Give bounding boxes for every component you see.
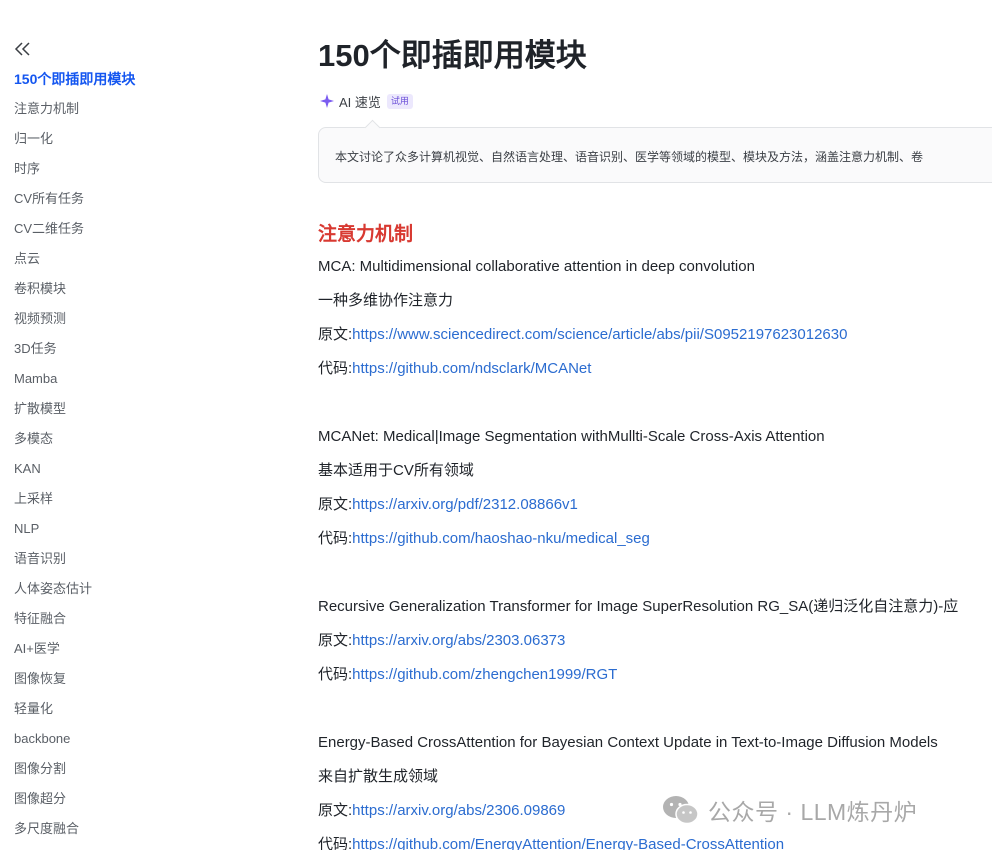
- paper-link[interactable]: https://arxiv.org/pdf/2312.08866v1: [352, 496, 578, 513]
- trial-badge: 试用: [386, 93, 413, 109]
- outline-item-point-cloud[interactable]: 点云: [0, 244, 135, 274]
- wechat-icon: [663, 796, 699, 825]
- outline-item-lightweight[interactable]: 轻量化: [0, 694, 135, 724]
- entry-paper-line: 原文:https://arxiv.org/abs/2303.06373: [318, 631, 565, 651]
- paper-link[interactable]: https://arxiv.org/abs/2306.09869: [352, 802, 565, 819]
- paper-link[interactable]: https://arxiv.org/abs/2303.06373: [352, 632, 565, 649]
- outline-item-diffusion[interactable]: 扩散模型: [0, 394, 135, 424]
- entry-paper-line: 原文:https://www.sciencedirect.com/science…: [318, 325, 847, 345]
- outline-item-restoration[interactable]: 图像恢复: [0, 664, 135, 694]
- entry-title: Energy-Based CrossAttention for Bayesian…: [318, 734, 938, 751]
- wechat-watermark: 公众号 · LLM炼丹炉: [662, 792, 917, 828]
- paper-prefix: 原文:: [318, 326, 353, 343]
- outline-item-speech[interactable]: 语音识别: [0, 544, 135, 574]
- outline-item-multiscale[interactable]: 多尺度融合: [0, 814, 135, 844]
- entry-title: Recursive Generalization Transformer for…: [318, 598, 959, 615]
- page-title: 150个即插即用模块: [318, 38, 587, 73]
- outline-item-attention[interactable]: 注意力机制: [0, 94, 135, 124]
- code-link[interactable]: https://github.com/haoshao-nku/medical_s…: [352, 530, 650, 547]
- paper-link[interactable]: https://www.sciencedirect.com/science/ar…: [352, 326, 847, 343]
- entry-code-line: 代码:https://github.com/haoshao-nku/medica…: [318, 529, 650, 549]
- summary-caret: [364, 119, 381, 136]
- code-prefix: 代码:: [318, 530, 353, 547]
- ai-summary-toggle[interactable]: AI 速览 试用: [320, 92, 413, 110]
- code-prefix: 代码:: [318, 360, 353, 377]
- section-heading-attention: 注意力机制: [318, 224, 414, 245]
- collapse-sidebar-button[interactable]: [12, 38, 34, 60]
- code-link[interactable]: https://github.com/zhengchen1999/RGT: [352, 666, 617, 683]
- outline-item-upsampling[interactable]: 上采样: [0, 484, 135, 514]
- outline-item-segmentation[interactable]: 图像分割: [0, 754, 135, 784]
- outline-item-cv-all[interactable]: CV所有任务: [0, 184, 135, 214]
- page: 150个即插即用模块 注意力机制 归一化 时序 CV所有任务 CV二维任务 点云…: [0, 0, 992, 850]
- outline-item-multimodal[interactable]: 多模态: [0, 424, 135, 454]
- outline-item-feature-fusion[interactable]: 特征融合: [0, 604, 135, 634]
- entry-code-line: 代码:https://github.com/EnergyAttention/En…: [318, 835, 784, 850]
- paper-prefix: 原文:: [318, 802, 353, 819]
- outline-item-video-prediction[interactable]: 视频预测: [0, 304, 135, 334]
- outline-item-super-resolution[interactable]: 图像超分: [0, 784, 135, 814]
- outline-item-pose[interactable]: 人体姿态估计: [0, 574, 135, 604]
- code-prefix: 代码:: [318, 666, 353, 683]
- code-prefix: 代码:: [318, 836, 353, 850]
- entry-desc: 一种多维协作注意力: [318, 292, 454, 309]
- document-body: 150个即插即用模块 AI 速览 试用 本文讨论了众多计算机视觉、自然语言处理、…: [318, 0, 992, 850]
- outline-item-timeseries[interactable]: 时序: [0, 154, 135, 184]
- outline-item-backbone[interactable]: backbone: [0, 724, 135, 754]
- watermark-text: 公众号 · LLM炼丹炉: [708, 799, 918, 825]
- outline-item-title[interactable]: 150个即插即用模块: [0, 64, 135, 94]
- outline-list: 150个即插即用模块 注意力机制 归一化 时序 CV所有任务 CV二维任务 点云…: [0, 64, 135, 844]
- entry-title: MCA: Multidimensional collaborative atte…: [318, 258, 755, 275]
- entry-paper-line: 原文:https://arxiv.org/pdf/2312.08866v1: [318, 495, 578, 515]
- ai-summary-label: AI 速览: [339, 94, 381, 110]
- ai-summary-text: 本文讨论了众多计算机视觉、自然语言处理、语音识别、医学等领域的模型、模块及方法，…: [335, 150, 924, 164]
- entry-desc: 来自扩散生成领域: [318, 768, 439, 785]
- paper-prefix: 原文:: [318, 632, 353, 649]
- ai-summary-box: 本文讨论了众多计算机视觉、自然语言处理、语音识别、医学等领域的模型、模块及方法，…: [318, 119, 992, 183]
- outline-item-kan[interactable]: KAN: [0, 454, 135, 484]
- code-link[interactable]: https://github.com/EnergyAttention/Energ…: [352, 836, 784, 850]
- entry-code-line: 代码:https://github.com/ndsclark/MCANet: [318, 359, 591, 379]
- outline-item-normalization[interactable]: 归一化: [0, 124, 135, 154]
- outline-item-nlp[interactable]: NLP: [0, 514, 135, 544]
- entry-code-line: 代码:https://github.com/zhengchen1999/RGT: [318, 665, 617, 685]
- outline-item-ai-medical[interactable]: AI+医学: [0, 634, 135, 664]
- paper-prefix: 原文:: [318, 496, 353, 513]
- outline-item-mamba[interactable]: Mamba: [0, 364, 135, 394]
- outline-item-conv[interactable]: 卷积模块: [0, 274, 135, 304]
- sparkle-icon: [320, 94, 334, 108]
- entry-title: MCANet: Medical|Image Segmentation withM…: [318, 428, 825, 445]
- entry-paper-line: 原文:https://arxiv.org/abs/2306.09869: [318, 801, 565, 821]
- entry-desc: 基本适用于CV所有领域: [318, 462, 474, 479]
- outline-item-cv-2d[interactable]: CV二维任务: [0, 214, 135, 244]
- outline-item-3d[interactable]: 3D任务: [0, 334, 135, 364]
- double-chevron-left-icon: [14, 42, 30, 56]
- code-link[interactable]: https://github.com/ndsclark/MCANet: [352, 360, 591, 377]
- outline-sidebar: 150个即插即用模块 注意力机制 归一化 时序 CV所有任务 CV二维任务 点云…: [0, 0, 290, 850]
